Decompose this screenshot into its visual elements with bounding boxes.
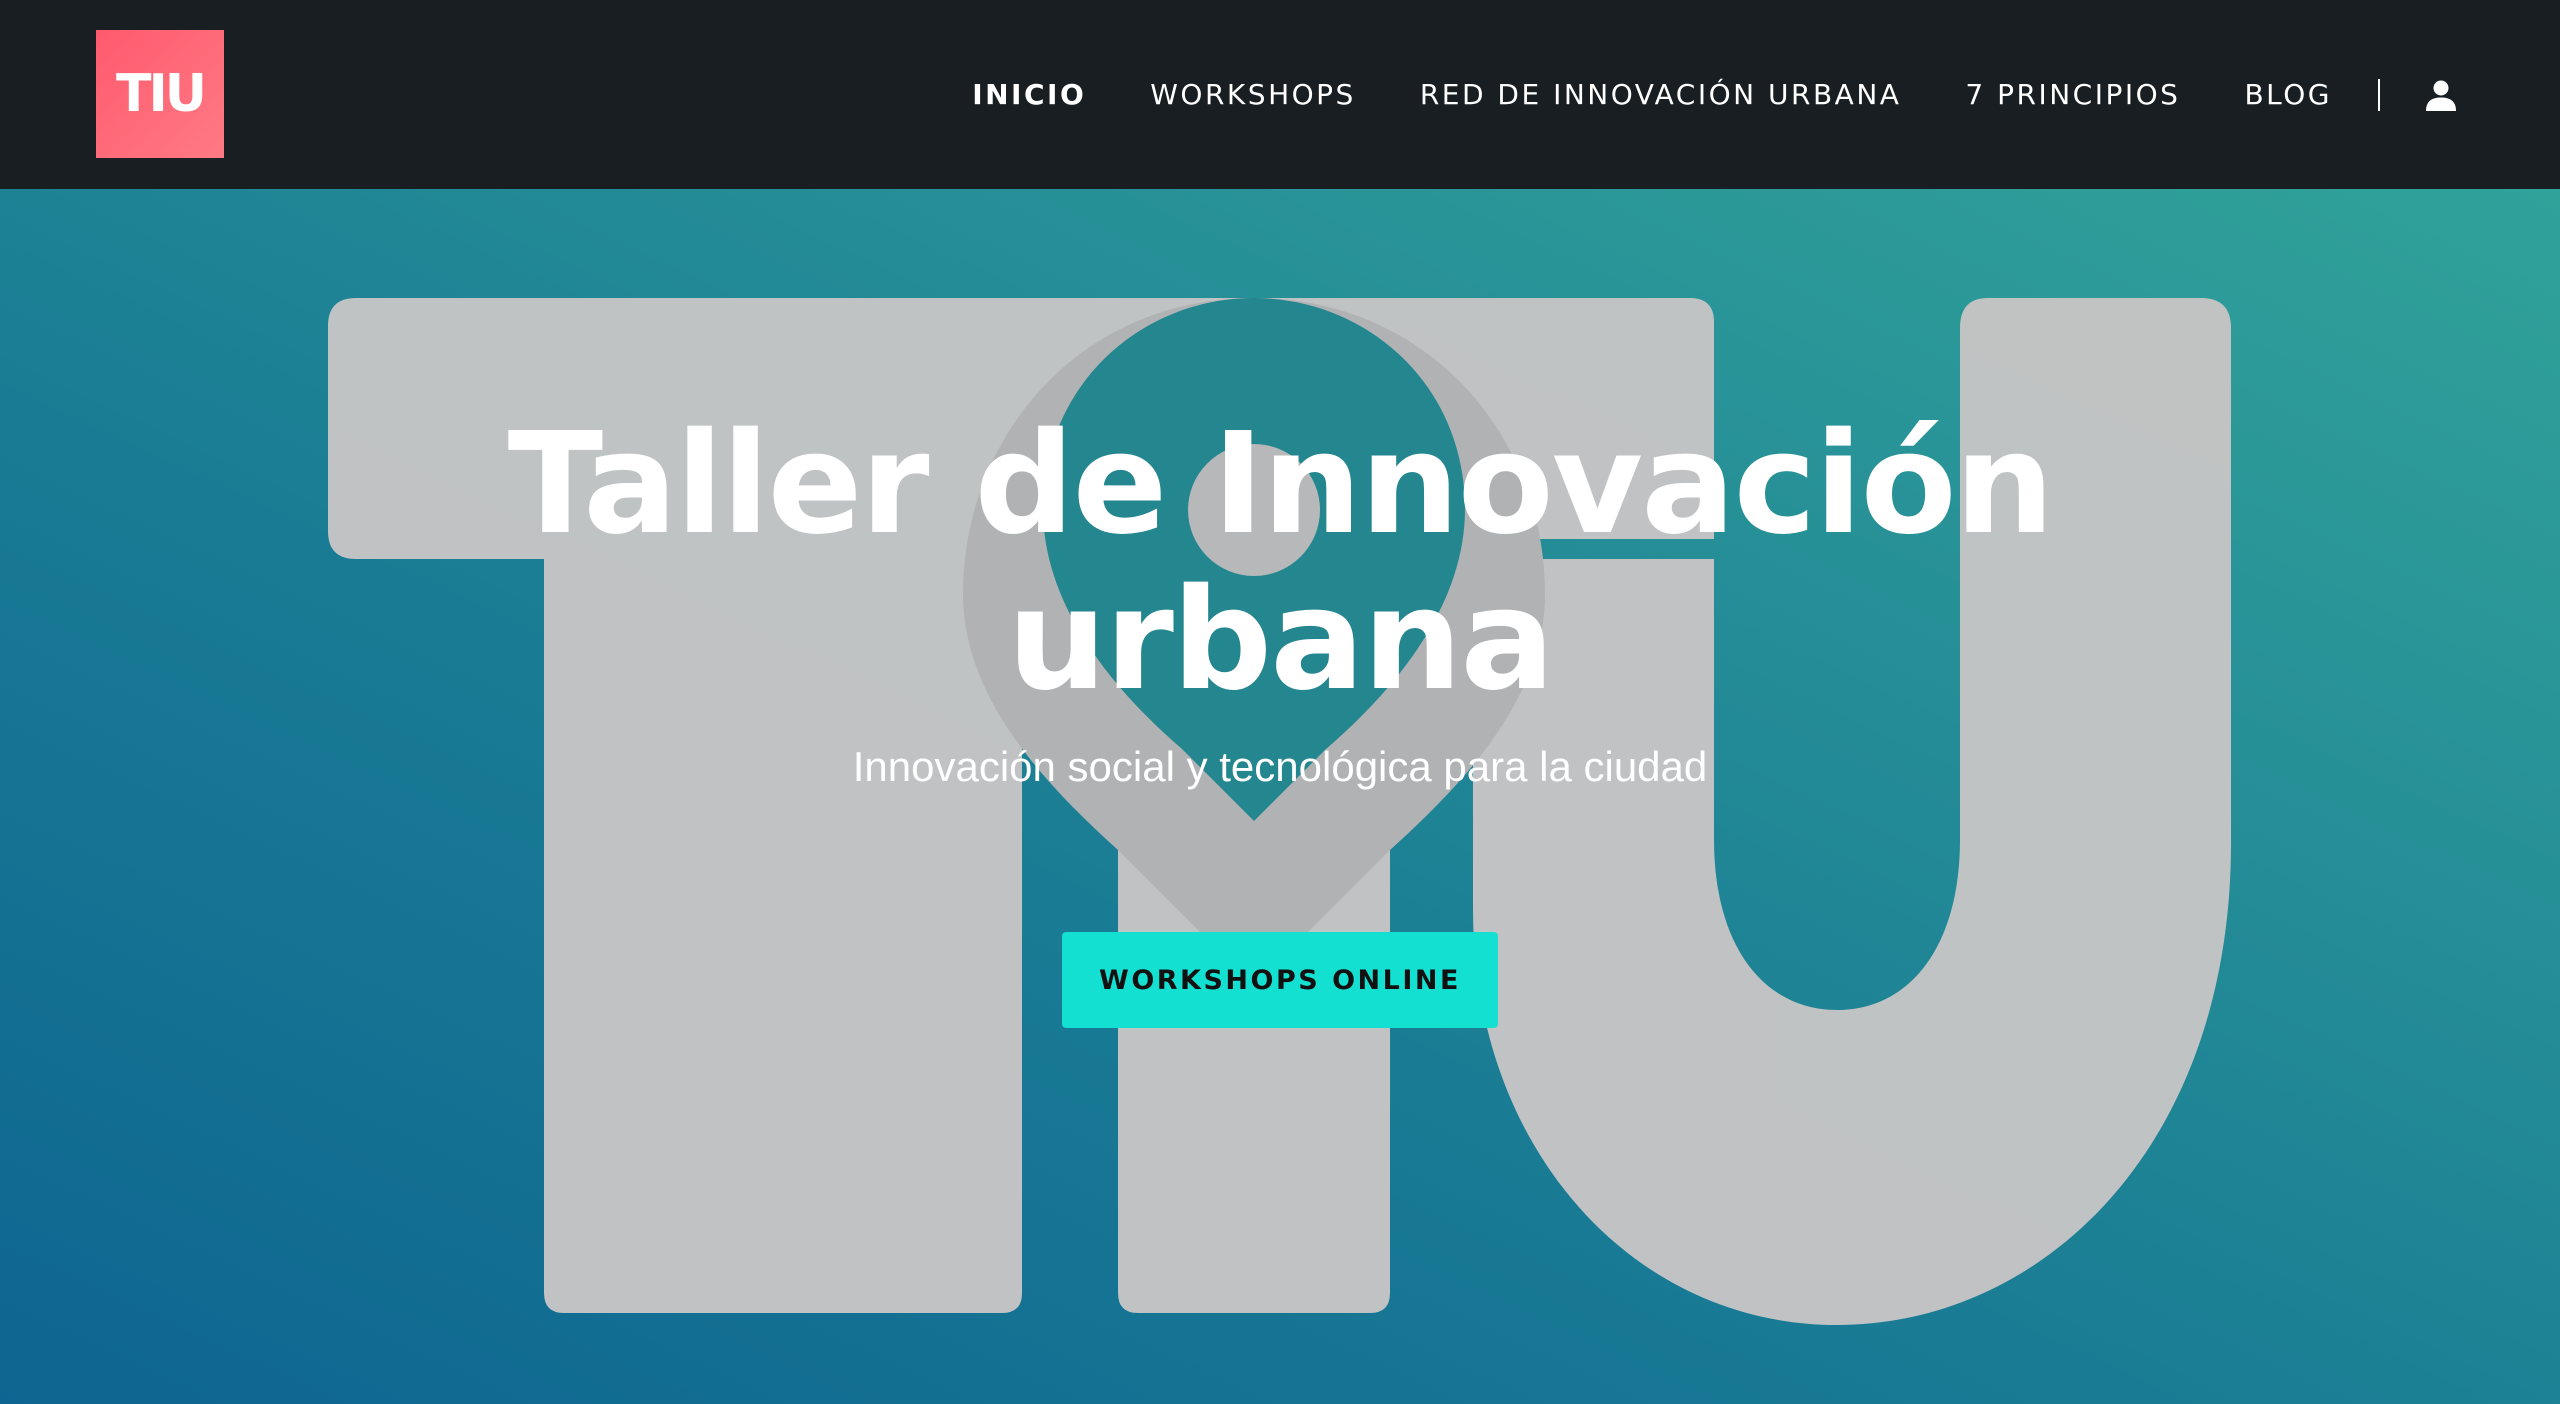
nav-item-red-de-innovacion-urbana[interactable]: RED DE INNOVACIÓN URBANA (1420, 78, 1902, 111)
nav-item-blog[interactable]: BLOG (2244, 78, 2332, 111)
hero-subtitle: Innovación social y tecnológica para la … (852, 743, 1708, 790)
hero-title-line2: urbana (1007, 559, 1555, 722)
nav-item-workshops[interactable]: WORKSHOPS (1150, 78, 1356, 111)
nav-item-7-principios[interactable]: 7 PRINCIPIOS (1965, 78, 2180, 111)
nav-divider (2378, 78, 2380, 111)
hero-title-line1: Taller de Innovación (507, 403, 2055, 566)
user-icon[interactable] (2423, 77, 2459, 113)
site-logo[interactable]: TIU (96, 30, 224, 158)
hero-title: Taller de Innovación urbana (0, 407, 2560, 719)
background-logo-mark (328, 298, 2231, 1325)
logo-text: TIU (115, 64, 207, 124)
hero-section: Taller de Innovación urbana Innovación s… (0, 189, 2560, 1404)
nav-item-inicio[interactable]: INICIO (972, 78, 1086, 111)
site-header: TIU INICIO WORKSHOPS RED DE INNOVACIÓN U… (0, 0, 2560, 189)
workshops-online-button[interactable]: WORKSHOPS ONLINE (1062, 932, 1498, 1028)
main-nav: INICIO WORKSHOPS RED DE INNOVACIÓN URBAN… (908, 0, 2560, 189)
